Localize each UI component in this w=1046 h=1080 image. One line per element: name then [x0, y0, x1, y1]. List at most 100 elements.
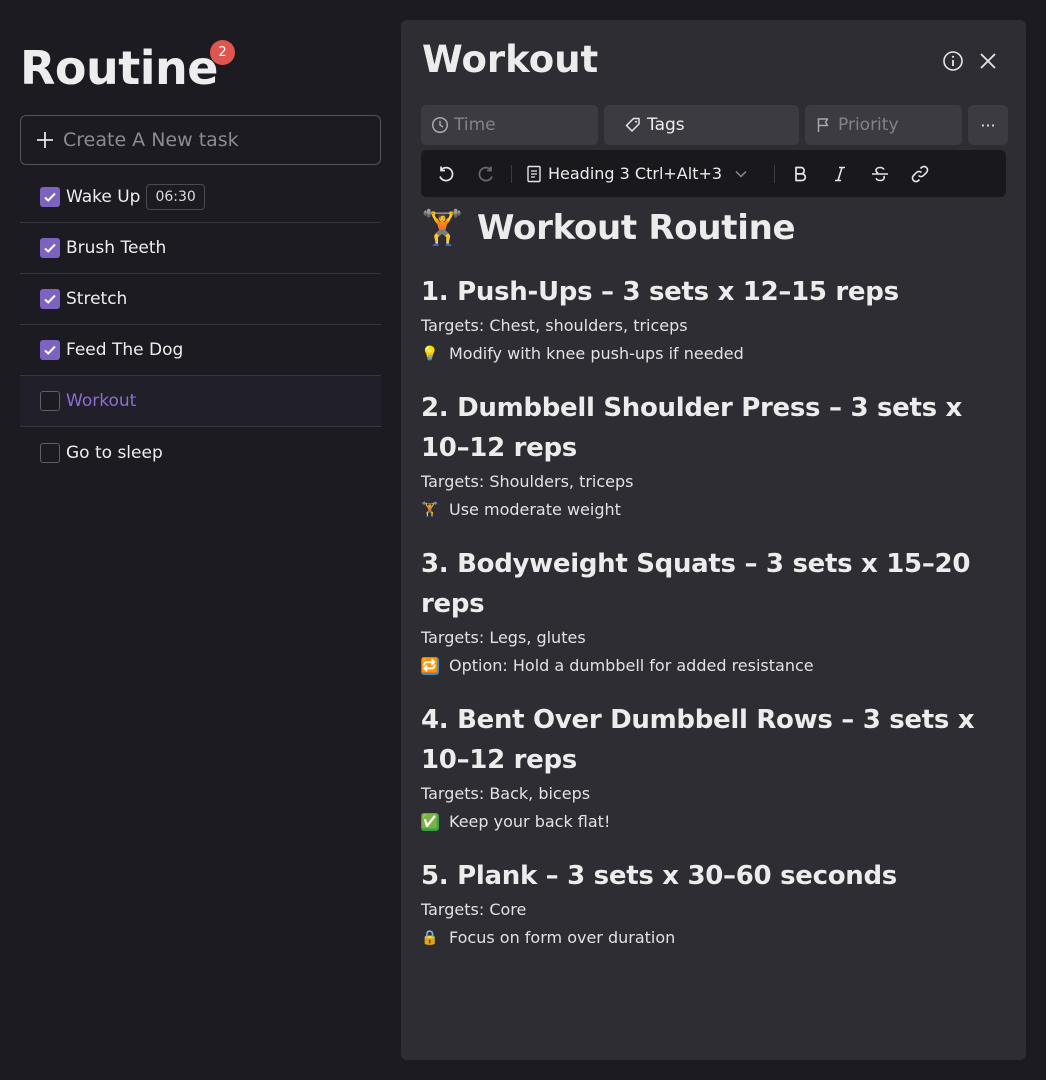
clock-icon	[431, 116, 449, 134]
task-item-feed-the-dog[interactable]: Feed The Dog	[20, 325, 381, 376]
document-editor[interactable]: 🏋️ Workout Routine 1. Push-Ups – 3 sets …	[421, 202, 1011, 950]
task-checkbox-unchecked[interactable]	[40, 391, 60, 411]
close-icon	[980, 53, 996, 69]
close-button[interactable]	[975, 48, 1001, 74]
task-checkbox-unchecked[interactable]	[40, 442, 60, 463]
app-title: Routine	[20, 41, 218, 95]
plus-icon	[37, 132, 53, 148]
title-row: Routine 2	[20, 38, 235, 98]
undo-button[interactable]	[431, 159, 461, 189]
checkmark-icon	[44, 243, 56, 253]
weightlifter-emoji-icon: 🏋️	[421, 208, 464, 248]
tags-property-button[interactable]: Tags	[604, 105, 799, 145]
notification-badge[interactable]: 2	[210, 40, 235, 65]
italic-icon	[835, 166, 846, 181]
exercise-tip-text: Use moderate weight	[449, 500, 621, 519]
task-checkbox-checked[interactable]	[40, 289, 60, 309]
task-checkbox-checked[interactable]	[40, 187, 60, 207]
task-checkbox-checked[interactable]	[40, 340, 60, 360]
document-icon	[527, 165, 541, 182]
exercise-targets: Targets: Core	[421, 900, 527, 919]
exercise-tip: 🏋️ Use moderate weight	[421, 498, 1011, 522]
task-list: Wake Up 06:30 Brush Teeth Stretch Feed T…	[20, 172, 381, 478]
italic-button[interactable]	[825, 159, 855, 189]
panel-title: Workout	[422, 38, 599, 81]
bold-button[interactable]	[785, 159, 815, 189]
undo-icon	[439, 166, 454, 181]
task-label: Brush Teeth	[66, 238, 167, 258]
task-item-workout[interactable]: Workout	[20, 376, 381, 427]
more-options-button[interactable]: ···	[968, 105, 1008, 145]
exercise-tip: ✅ Keep your back flat!	[421, 810, 1011, 834]
document-title-text: Workout Routine	[477, 208, 796, 248]
task-label: Stretch	[66, 289, 128, 309]
task-detail-panel: Workout Time Tags Priority ··· Heading 3…	[401, 20, 1026, 1060]
bold-icon	[795, 166, 807, 181]
checkmark-icon	[44, 192, 56, 202]
tags-property-label: Tags	[647, 115, 685, 135]
toolbar-divider	[774, 164, 776, 183]
exercise-heading: 5. Plank – 3 sets x 30–60 seconds	[421, 861, 897, 891]
exercise-heading: 4. Bent Over Dumbbell Rows – 3 sets x 10…	[421, 705, 975, 775]
chevron-down-icon	[735, 170, 747, 178]
more-icon: ···	[980, 115, 996, 135]
task-sidebar: Routine 2 Wake Up 06:30 Brush Teeth Stre…	[20, 0, 381, 1080]
lightbulb-icon: 💡	[421, 346, 439, 362]
exercise-heading: 3. Bodyweight Squats – 3 sets x 15–20 re…	[421, 549, 971, 619]
exercise-tip-text: Focus on form over duration	[449, 928, 676, 947]
new-task-input[interactable]	[61, 128, 361, 152]
exercise-section: 2. Dumbbell Shoulder Press – 3 sets x 10…	[421, 388, 1011, 522]
exercise-heading: 1. Push-Ups – 3 sets x 12–15 reps	[421, 277, 899, 307]
task-item-stretch[interactable]: Stretch	[20, 274, 381, 325]
exercise-targets: Targets: Chest, shoulders, triceps	[421, 316, 688, 335]
exercise-section: 5. Plank – 3 sets x 30–60 seconds Target…	[421, 856, 1011, 950]
flag-icon	[817, 118, 829, 132]
strikethrough-button[interactable]	[865, 159, 895, 189]
editor-toolbar: Heading 3 Ctrl+Alt+3	[421, 150, 1006, 197]
exercise-targets: Targets: Legs, glutes	[421, 628, 586, 647]
info-button[interactable]	[940, 48, 966, 74]
document-title: 🏋️ Workout Routine	[421, 202, 1011, 254]
time-property-button[interactable]: Time	[421, 105, 598, 145]
strikethrough-icon	[872, 166, 889, 181]
exercise-section: 4. Bent Over Dumbbell Rows – 3 sets x 10…	[421, 700, 1011, 834]
exercise-tip: 🔒 Focus on form over duration	[421, 926, 1011, 950]
tag-icon	[625, 117, 640, 132]
exercise-tip-text: Option: Hold a dumbbell for added resist…	[449, 656, 814, 675]
task-label: Feed The Dog	[66, 340, 184, 360]
new-task-field[interactable]	[20, 115, 381, 165]
repeat-icon: 🔁	[421, 657, 439, 675]
task-time-chip[interactable]: 06:30	[146, 184, 205, 210]
heading-style-label: Heading 3 Ctrl+Alt+3	[548, 164, 723, 183]
exercise-tip-text: Keep your back flat!	[449, 812, 611, 831]
property-bar: Time Tags Priority ···	[421, 105, 1008, 145]
task-label: Workout	[66, 391, 137, 411]
task-label: Wake Up	[66, 187, 141, 207]
info-icon	[943, 51, 963, 71]
toolbar-divider	[511, 164, 512, 183]
time-property-label: Time	[454, 115, 496, 135]
priority-property-label: Priority	[838, 115, 899, 135]
redo-icon	[478, 166, 493, 181]
task-label: Go to sleep	[66, 442, 163, 463]
task-item-go-to-sleep[interactable]: Go to sleep	[20, 427, 381, 478]
exercise-tip: 💡 Modify with knee push-ups if needed	[421, 342, 1011, 366]
link-button[interactable]	[905, 159, 935, 189]
redo-button[interactable]	[471, 159, 501, 189]
link-icon	[911, 165, 929, 182]
task-item-brush-teeth[interactable]: Brush Teeth	[20, 223, 381, 274]
checkmark-icon	[44, 345, 56, 355]
exercise-tip: 🔁 Option: Hold a dumbbell for added resi…	[421, 654, 1011, 678]
heading-style-select[interactable]: Heading 3 Ctrl+Alt+3	[522, 164, 758, 183]
lock-icon: 🔒	[421, 930, 439, 946]
exercise-section: 3. Bodyweight Squats – 3 sets x 15–20 re…	[421, 544, 1011, 678]
weightlifter-icon: 🏋️	[421, 502, 439, 518]
exercise-heading: 2. Dumbbell Shoulder Press – 3 sets x 10…	[421, 393, 963, 463]
exercise-targets: Targets: Back, biceps	[421, 784, 591, 803]
task-checkbox-checked[interactable]	[40, 238, 60, 258]
priority-property-button[interactable]: Priority	[805, 105, 962, 145]
task-item-wake-up[interactable]: Wake Up 06:30	[20, 172, 381, 223]
exercise-targets: Targets: Shoulders, triceps	[421, 472, 634, 491]
checkmark-icon	[44, 294, 56, 304]
exercise-tip-text: Modify with knee push-ups if needed	[449, 344, 744, 363]
